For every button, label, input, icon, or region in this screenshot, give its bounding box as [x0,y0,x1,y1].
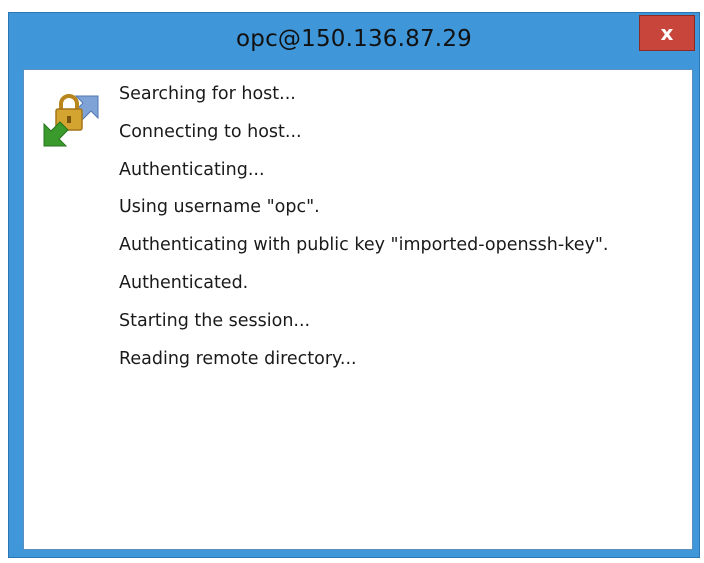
log-line: Searching for host... [119,84,296,104]
log-line: Authenticated. [119,272,249,293]
secure-connection-icon [43,94,99,147]
log-line: Authenticating with public key "imported… [119,235,609,256]
close-button[interactable]: x [639,15,695,51]
log-line: Reading remote directory... [119,348,357,369]
connection-log: Searching for host... Connecting to host… [119,76,608,378]
log-line: Connecting to host... [119,121,302,142]
log-line: Using username "opc". [119,197,320,218]
window-title: opc@150.136.87.29 [236,26,472,52]
log-panel: Searching for host... Connecting to host… [23,69,693,550]
title-bar[interactable]: opc@150.136.87.29 x [9,13,699,69]
log-line: Authenticating... [119,159,265,180]
log-line: Starting the session... [119,310,311,331]
connection-dialog: opc@150.136.87.29 x Searching for host..… [8,12,700,558]
